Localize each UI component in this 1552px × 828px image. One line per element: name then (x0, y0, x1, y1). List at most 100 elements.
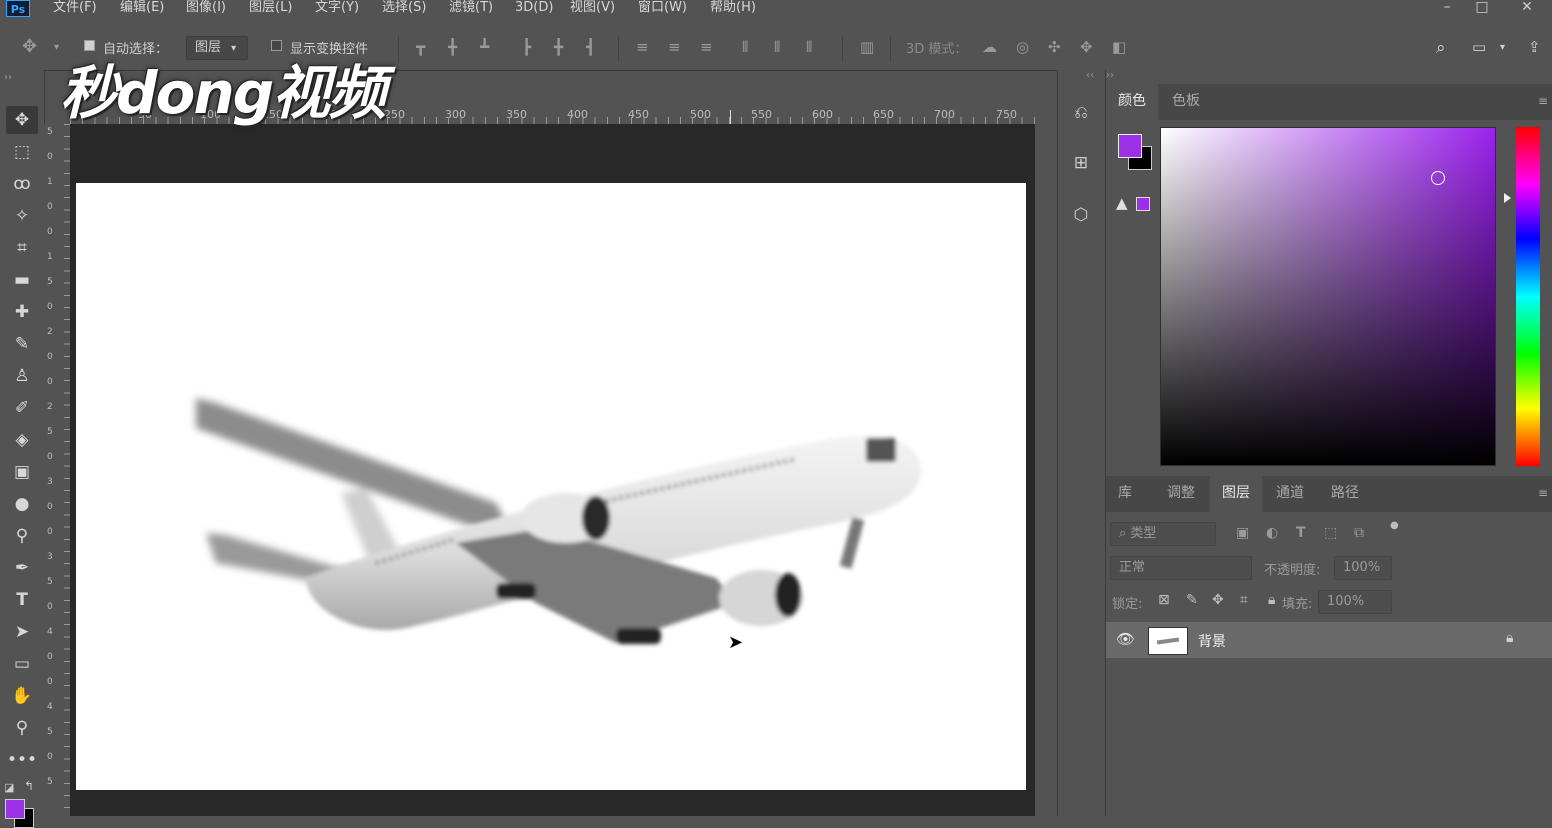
default-colors-icon[interactable]: ◪ (4, 781, 14, 794)
swap-colors-icon[interactable]: ↰ (24, 779, 34, 793)
filter-adjustment-icon[interactable]: ◐ (1266, 525, 1278, 541)
menu-file[interactable]: 文件(F) (53, 0, 97, 18)
lock-artboard-icon[interactable]: ⌗ (1240, 592, 1248, 608)
panel-menu-icon[interactable]: ≡ (1538, 94, 1548, 108)
auto-align-icon[interactable]: ▥ (860, 38, 874, 56)
lock-pixels-icon[interactable]: ✎ (1186, 592, 1198, 608)
path-select-tool-icon[interactable]: ➤ (6, 618, 38, 646)
filter-smartobject-icon[interactable]: ⧉ (1354, 525, 1364, 541)
align-right-icon[interactable]: ┫ (586, 38, 595, 56)
chevron-down-icon[interactable]: ▾ (54, 42, 59, 53)
distribute-vcenter-icon[interactable]: ≡ (668, 38, 681, 56)
dodge-tool-icon[interactable]: ⚲ (6, 522, 38, 550)
workspace-icon[interactable]: ▭ (1472, 38, 1486, 56)
move-tool-icon[interactable]: ✥ (22, 36, 37, 57)
filter-shape-icon[interactable]: ⬚ (1324, 525, 1337, 541)
gradient-tool-icon[interactable]: ▣ (6, 458, 38, 486)
magic-wand-tool-icon[interactable]: ✧ (6, 202, 38, 230)
blur-tool-icon[interactable]: ● (6, 490, 38, 518)
tab-libraries[interactable]: 库 (1106, 476, 1144, 512)
menu-filter[interactable]: 滤镜(T) (449, 0, 493, 18)
history-brush-tool-icon[interactable]: ✐ (6, 394, 38, 422)
3d-pan-icon[interactable]: ✣ (1048, 38, 1061, 56)
color-field[interactable] (1160, 127, 1496, 466)
document-canvas[interactable] (76, 183, 1026, 790)
lock-all-icon[interactable]: 🔒︎ (1268, 592, 1275, 608)
lock-position-icon[interactable]: ✥ (1212, 592, 1224, 608)
distribute-right-icon[interactable]: ⫴ (806, 38, 812, 56)
menu-type[interactable]: 文字(Y) (315, 0, 359, 18)
distribute-hcenter-icon[interactable]: ⫴ (774, 38, 780, 56)
align-vcenter-icon[interactable]: ╋ (448, 38, 457, 56)
layer-row-background[interactable]: 👁︎ 背景 🔒︎ (1106, 622, 1552, 658)
share-icon[interactable]: ⇪ (1528, 38, 1541, 56)
distribute-left-icon[interactable]: ⫴ (742, 38, 748, 56)
filter-type-icon[interactable]: T (1296, 525, 1306, 541)
3d-scale-icon[interactable]: ◧ (1112, 38, 1126, 56)
stamp-tool-icon[interactable]: ♙ (6, 362, 38, 390)
collapse-icon[interactable]: ›› (1106, 70, 1114, 81)
distribute-bottom-icon[interactable]: ≡ (700, 38, 713, 56)
menu-help[interactable]: 帮助(H) (710, 0, 756, 18)
opacity-input[interactable]: 100% (1334, 556, 1392, 580)
rectangle-tool-icon[interactable]: ▭ (6, 650, 38, 678)
collapse-icon[interactable]: ‹‹ (1086, 70, 1094, 81)
3d-orbit-icon[interactable]: ☁ (982, 38, 997, 56)
marquee-tool-icon[interactable]: ⬚ (6, 138, 38, 166)
photoshop-logo-icon[interactable]: Ps (6, 0, 30, 17)
align-top-icon[interactable]: ┳ (416, 38, 425, 56)
menu-image[interactable]: 图像(I) (186, 0, 226, 18)
foreground-color-swatch[interactable] (1118, 134, 1142, 158)
menu-edit[interactable]: 编辑(E) (120, 0, 164, 18)
gamut-warning-icon[interactable]: ▲ (1116, 194, 1128, 212)
3d-slide-icon[interactable]: ✥ (1080, 38, 1093, 56)
color-picker-marker[interactable] (1431, 171, 1445, 185)
close-button[interactable]: ✕ (1512, 0, 1542, 18)
layer-filter-dropdown[interactable]: ⌕ 类型 (1110, 522, 1216, 546)
zoom-tool-icon[interactable]: ⚲ (6, 714, 38, 742)
align-left-icon[interactable]: ┣ (522, 38, 531, 56)
lasso-tool-icon[interactable]: ꝏ (6, 170, 38, 198)
more-tools-icon[interactable]: ••• (6, 746, 38, 774)
filter-toggle-icon[interactable]: ● (1390, 520, 1399, 531)
3d-roll-icon[interactable]: ◎ (1016, 38, 1029, 56)
brush-tool-icon[interactable]: ✎ (6, 330, 38, 358)
foreground-color-swatch[interactable] (5, 799, 25, 819)
crop-tool-icon[interactable]: ⌗ (6, 234, 38, 262)
menu-view[interactable]: 视图(V) (570, 0, 615, 18)
distribute-top-icon[interactable]: ≡ (636, 38, 649, 56)
move-tool-icon[interactable]: ✥ (6, 106, 38, 134)
menu-layer[interactable]: 图层(L) (249, 0, 292, 18)
tab-adjustments[interactable]: 调整 (1156, 476, 1206, 512)
maximize-button[interactable]: □ (1467, 0, 1497, 18)
menu-select[interactable]: 选择(S) (382, 0, 426, 18)
align-bottom-icon[interactable]: ┻ (480, 38, 489, 56)
blend-mode-dropdown[interactable]: 正常 (1110, 556, 1252, 580)
eye-icon[interactable]: 👁︎ (1116, 630, 1135, 648)
tab-swatches[interactable]: 色板 (1158, 84, 1214, 120)
align-hcenter-icon[interactable]: ╋ (554, 38, 563, 56)
tab-channels[interactable]: 通道 (1266, 476, 1314, 512)
ruler-tool-icon[interactable]: ▬ (6, 266, 38, 294)
history-panel-icon[interactable]: ⎌ (1068, 100, 1094, 126)
3d-panel-icon[interactable]: ⬡ (1068, 202, 1094, 228)
hue-slider[interactable] (1516, 127, 1540, 466)
hand-tool-icon[interactable]: ✋ (6, 682, 38, 710)
filter-pixel-icon[interactable]: ▣ (1236, 525, 1249, 541)
pen-tool-icon[interactable]: ✒ (6, 554, 38, 582)
hue-slider-handle[interactable] (1504, 193, 1511, 203)
chevron-down-icon[interactable]: ▾ (1500, 42, 1505, 53)
gamut-color-swatch[interactable] (1136, 197, 1150, 211)
menu-window[interactable]: 窗口(W) (638, 0, 687, 18)
tab-color[interactable]: 颜色 (1106, 84, 1158, 120)
eraser-tool-icon[interactable]: ◈ (6, 426, 38, 454)
tab-layers[interactable]: 图层 (1210, 476, 1262, 512)
tab-paths[interactable]: 路径 (1320, 476, 1370, 512)
search-icon[interactable]: ⌕ (1436, 38, 1446, 58)
lock-transparent-icon[interactable]: ⊠ (1158, 592, 1170, 608)
type-tool-icon[interactable]: T (6, 586, 38, 614)
panel-menu-icon[interactable]: ≡ (1538, 486, 1548, 500)
healing-brush-tool-icon[interactable]: ✚ (6, 298, 38, 326)
properties-panel-icon[interactable]: ⊞ (1068, 150, 1094, 176)
collapse-icon[interactable]: ›› (4, 72, 12, 83)
